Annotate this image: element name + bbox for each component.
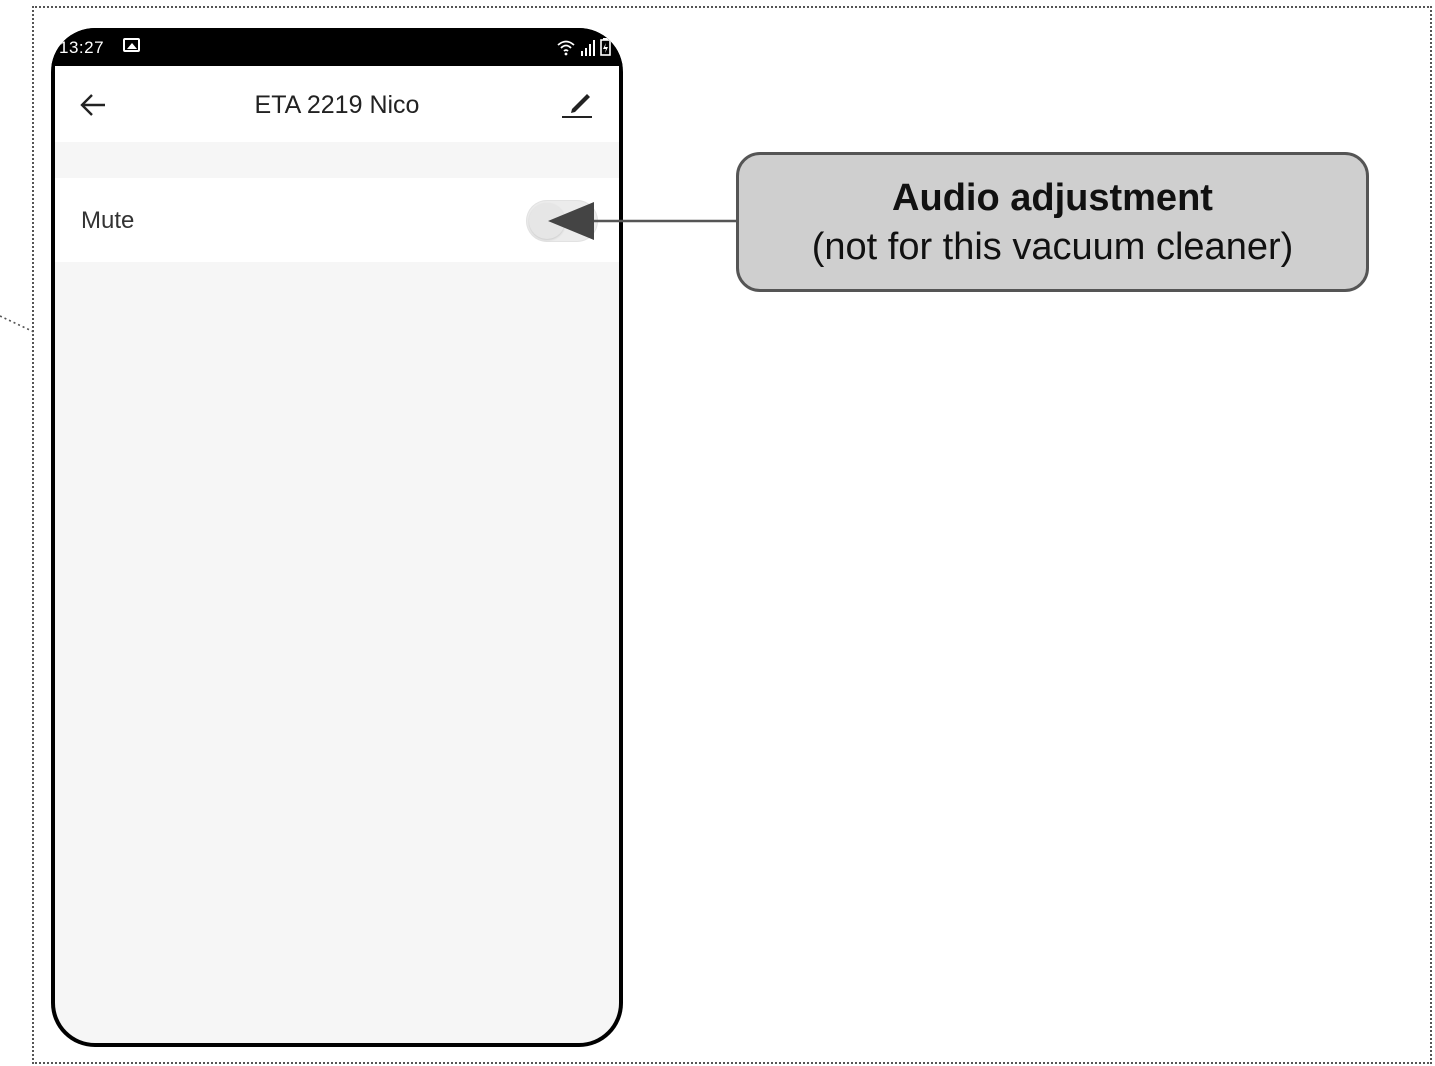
app-header: ETA 2219 Nico	[55, 66, 619, 142]
status-bar: 13:27	[51, 28, 623, 66]
mute-label: Mute	[81, 207, 135, 234]
status-time: 13:27	[59, 38, 105, 57]
page-title: ETA 2219 Nico	[254, 91, 420, 119]
app-screen: ETA 2219 Nico Mute	[55, 66, 619, 1043]
mute-toggle-knob	[529, 203, 565, 239]
signal-icon	[581, 40, 595, 56]
status-icons	[556, 36, 611, 56]
wifi-icon	[557, 40, 575, 56]
mute-toggle[interactable]	[526, 200, 598, 242]
phone-frame: 13:27 ETA 2219 Nico Mute	[51, 28, 623, 1047]
edit-pencil-icon[interactable]	[560, 88, 594, 120]
image-icon	[123, 38, 140, 52]
stray-dotted-line	[0, 315, 35, 333]
mute-setting-row: Mute	[55, 178, 619, 262]
callout-box: Audio adjustment (not for this vacuum cl…	[736, 152, 1369, 292]
callout-title: Audio adjustment	[892, 177, 1213, 219]
battery-icon	[600, 38, 611, 56]
callout-subtitle: (not for this vacuum cleaner)	[811, 226, 1294, 268]
